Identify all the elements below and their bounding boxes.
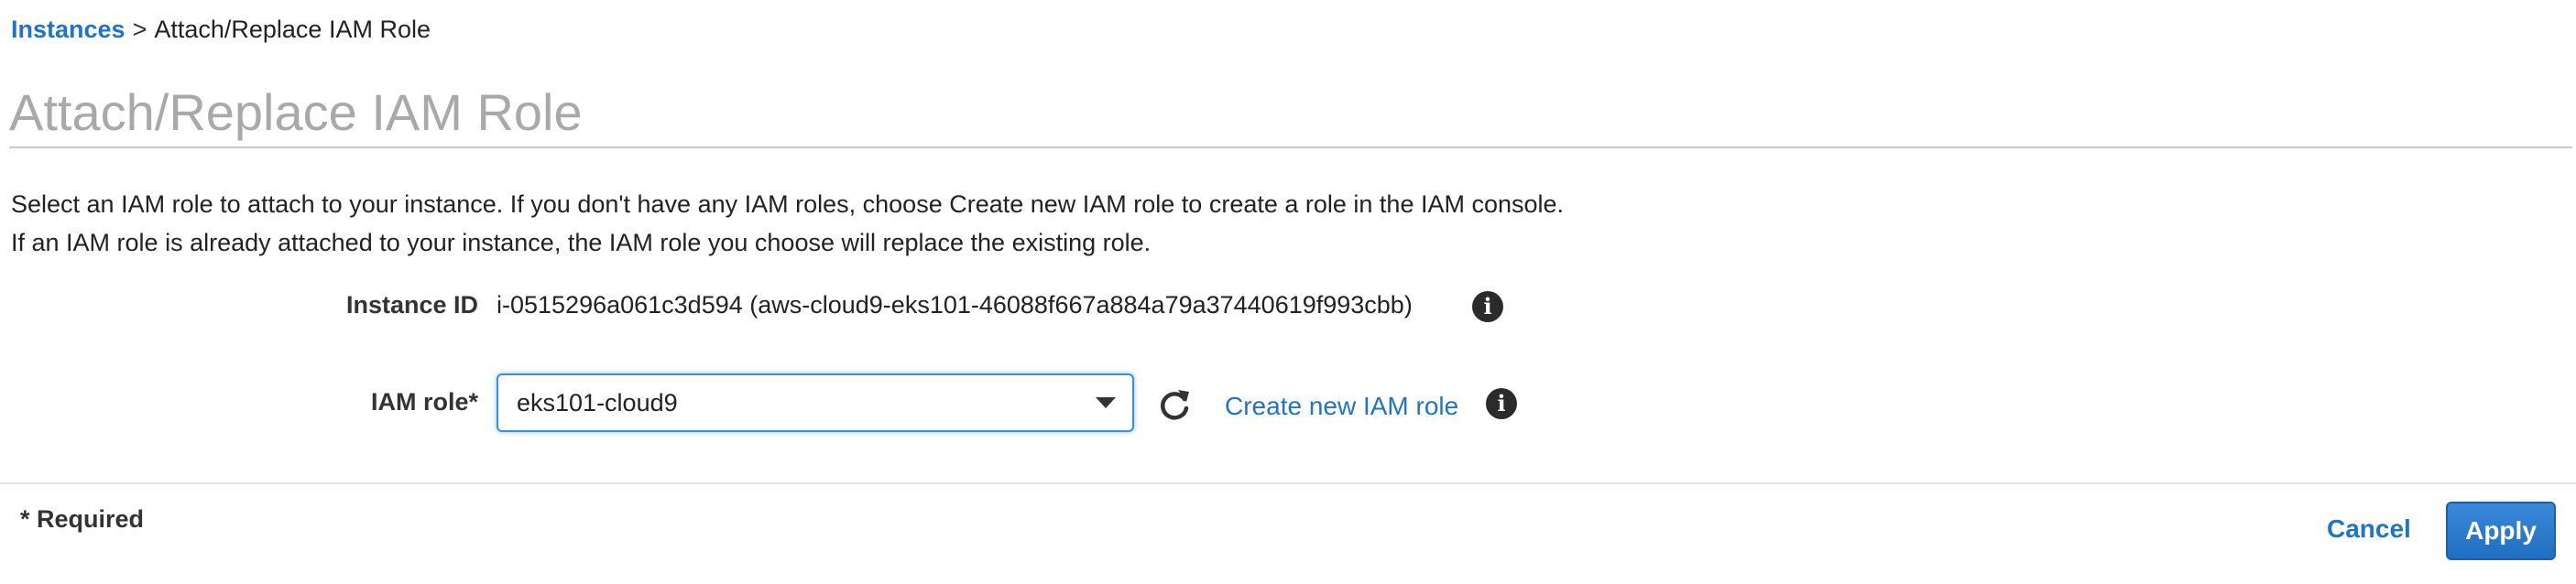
footer-divider (0, 482, 2576, 484)
iam-role-selected-value: eks101-cloud9 (517, 389, 678, 416)
cancel-button[interactable]: Cancel (2327, 514, 2411, 544)
iam-role-select[interactable]: eks101-cloud9 (497, 373, 1134, 432)
breadcrumb-instances-link[interactable]: Instances (11, 16, 126, 43)
breadcrumb-current: Attach/Replace IAM Role (154, 16, 431, 43)
required-note: * Required (20, 505, 145, 533)
info-icon[interactable]: i (1472, 291, 1503, 322)
page-title: Attach/Replace IAM Role (9, 83, 583, 141)
create-new-iam-role-link[interactable]: Create new IAM role (1225, 392, 1458, 421)
description: Select an IAM role to attach to your ins… (11, 185, 1564, 262)
instance-id-label: Instance ID (345, 291, 478, 319)
instance-id-value: i-0515296a061c3d594 (aws-cloud9-eks101-4… (497, 291, 1413, 319)
title-divider (9, 146, 2572, 148)
info-icon[interactable]: i (1486, 388, 1517, 419)
breadcrumb: Instances > Attach/Replace IAM Role (11, 13, 431, 46)
chevron-down-icon (1096, 397, 1116, 408)
refresh-icon[interactable] (1156, 386, 1193, 423)
breadcrumb-separator: > (132, 16, 147, 43)
iam-role-label: IAM role* (370, 388, 478, 416)
description-line-1: Select an IAM role to attach to your ins… (11, 190, 1565, 218)
apply-button[interactable]: Apply (2446, 502, 2556, 560)
description-line-2: If an IAM role is already attached to yo… (11, 229, 1152, 256)
